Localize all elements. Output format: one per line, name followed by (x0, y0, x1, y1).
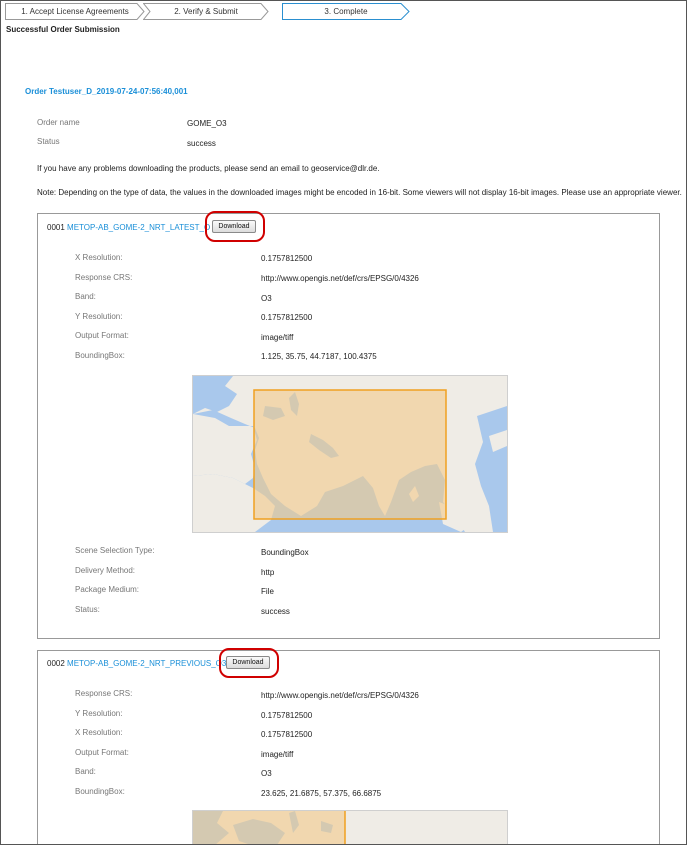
field-value: image/tiff (261, 333, 294, 342)
field-value: 0.1757812500 (261, 711, 313, 720)
field-label: Package Medium: (75, 585, 140, 594)
field-label: X Resolution: (75, 253, 123, 262)
field-value: File (261, 587, 274, 596)
order-id-link[interactable]: Order Testuser_D_2019-07-24-07:56:40,001 (25, 87, 188, 96)
order-name-label: Order name (37, 118, 80, 127)
field-label: BoundingBox: (75, 351, 125, 360)
bounding-box-map[interactable] (192, 375, 508, 533)
field-value: 0.1757812500 (261, 730, 313, 739)
field-label: Band: (75, 767, 96, 776)
field-value: success (261, 607, 290, 616)
field-label: Response CRS: (75, 273, 133, 282)
field-value: 0.1757812500 (261, 313, 313, 322)
field-label: X Resolution: (75, 728, 123, 737)
bounding-box-map[interactable] (192, 810, 508, 844)
step-complete[interactable]: 3. Complete (282, 3, 410, 20)
encoding-note: Note: Depending on the type of data, the… (37, 188, 682, 197)
item-product-link[interactable]: METOP-AB_GOME-2_NRT_LATEST_O (67, 223, 210, 232)
order-item-card: 0001 METOP-AB_GOME-2_NRT_LATEST_O Downlo… (37, 211, 660, 639)
page-title: Successful Order Submission (6, 25, 120, 34)
field-value: 1.125, 35.75, 44.7187, 100.4375 (261, 352, 377, 361)
field-value: http://www.opengis.net/def/crs/EPSG/0/43… (261, 274, 419, 283)
order-name-value: GOME_O3 (187, 119, 227, 128)
item-number: 0002 (47, 659, 65, 668)
highlight-circle (205, 211, 265, 242)
field-value: O3 (261, 769, 272, 778)
item-product-link[interactable]: METOP-AB_GOME-2_NRT_PREVIOUS_O3 (67, 659, 226, 668)
order-item-card: 0002 METOP-AB_GOME-2_NRT_PREVIOUS_O3 Dow… (37, 648, 660, 844)
field-label: Y Resolution: (75, 312, 123, 321)
field-value: 23.625, 21.6875, 57.375, 66.6875 (261, 789, 382, 798)
page-frame: 1. Accept License Agreements 2. Verify &… (0, 0, 687, 845)
item-header: 0001 METOP-AB_GOME-2_NRT_LATEST_O (47, 223, 210, 232)
item-number: 0001 (47, 223, 65, 232)
item-header: 0002 METOP-AB_GOME-2_NRT_PREVIOUS_O3 (47, 659, 226, 668)
field-value: 0.1757812500 (261, 254, 313, 263)
step-label: 3. Complete (324, 7, 368, 16)
field-label: Scene Selection Type: (75, 546, 155, 555)
field-value: O3 (261, 294, 272, 303)
order-status-label: Status (37, 137, 60, 146)
field-label: Delivery Method: (75, 566, 136, 575)
field-label: Response CRS: (75, 689, 133, 698)
map-graphic (193, 376, 507, 532)
field-label: Y Resolution: (75, 709, 123, 718)
field-value: image/tiff (261, 750, 294, 759)
map-graphic (193, 811, 507, 844)
field-label: Output Format: (75, 748, 129, 757)
field-value: http://www.opengis.net/def/crs/EPSG/0/43… (261, 691, 419, 700)
field-label: BoundingBox: (75, 787, 125, 796)
field-value: BoundingBox (261, 548, 309, 557)
highlight-circle (219, 648, 279, 678)
order-status-value: success (187, 139, 216, 148)
field-label: Status: (75, 605, 100, 614)
field-label: Band: (75, 292, 96, 301)
field-label: Output Format: (75, 331, 129, 340)
step-label: 2. Verify & Submit (174, 7, 238, 16)
problems-note: If you have any problems downloading the… (37, 164, 380, 173)
step-label: 1. Accept License Agreements (21, 7, 129, 16)
step-verify-submit[interactable]: 2. Verify & Submit (143, 3, 269, 20)
field-value: http (261, 568, 275, 577)
step-accept-license[interactable]: 1. Accept License Agreements (5, 3, 145, 20)
